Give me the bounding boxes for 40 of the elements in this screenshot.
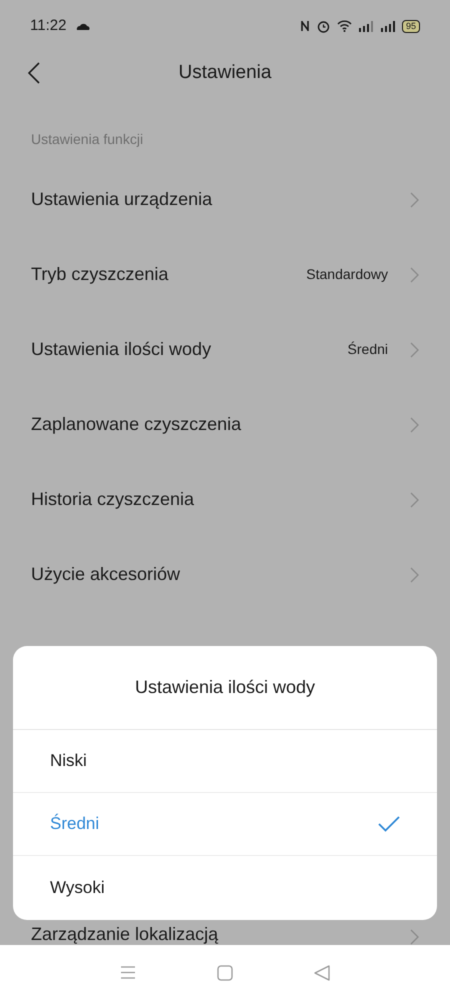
settings-row[interactable]: Zaplanowane czyszczenia — [0, 387, 450, 462]
chevron-right-icon — [410, 492, 419, 508]
status-time: 11:22 — [30, 16, 66, 36]
row-label: Ustawienia urządzenia — [31, 188, 214, 211]
sheet-title: Ustawienia ilości wody — [134, 676, 316, 699]
settings-row[interactable]: Tryb czyszczenia Standardowy — [0, 237, 450, 312]
battery-level: 95 — [402, 20, 420, 32]
back-icon[interactable] — [314, 964, 330, 980]
chevron-right-icon — [410, 416, 419, 432]
signal-icon — [380, 20, 396, 32]
chevron-right-icon — [410, 929, 419, 945]
signal-icon — [358, 20, 374, 32]
row-value: Standardowy — [306, 265, 388, 284]
row-label: Historia czyszczenia — [31, 488, 196, 511]
chevron-right-icon — [410, 566, 419, 582]
option-item[interactable]: Niski — [13, 730, 437, 793]
menu-icon[interactable] — [120, 966, 136, 979]
row-label: Zarządzanie lokalizacją — [31, 923, 220, 945]
row-label: Zaplanowane czyszczenia — [31, 413, 242, 436]
wifi-icon — [336, 20, 352, 32]
settings-row[interactable]: Historia czyszczenia — [0, 462, 450, 537]
chevron-right-icon — [410, 266, 419, 282]
header-title: Ustawienia — [178, 60, 272, 85]
alarm-icon — [316, 20, 330, 32]
settings-row[interactable]: Użycie akcesoriów — [0, 537, 450, 612]
option-item[interactable]: Wysoki — [13, 856, 437, 919]
row-label: Ustawienia ilości wody — [31, 338, 212, 361]
check-icon — [378, 816, 400, 832]
cloud-icon — [76, 22, 90, 30]
chevron-right-icon — [410, 342, 419, 358]
chevron-right-icon — [410, 192, 419, 208]
row-value: Średni — [348, 340, 388, 359]
section-label: Ustawienia funkcji — [31, 130, 144, 149]
row-label: Użycie akcesoriów — [31, 563, 182, 586]
nfc-icon — [300, 20, 310, 32]
settings-row[interactable]: Ustawienia urządzenia — [0, 162, 450, 237]
home-icon[interactable] — [216, 964, 233, 980]
row-label: Tryb czyszczenia — [31, 263, 170, 286]
settings-row[interactable]: Ustawienia ilości wody Średni — [0, 312, 450, 387]
option-item[interactable]: Średni — [13, 793, 437, 856]
